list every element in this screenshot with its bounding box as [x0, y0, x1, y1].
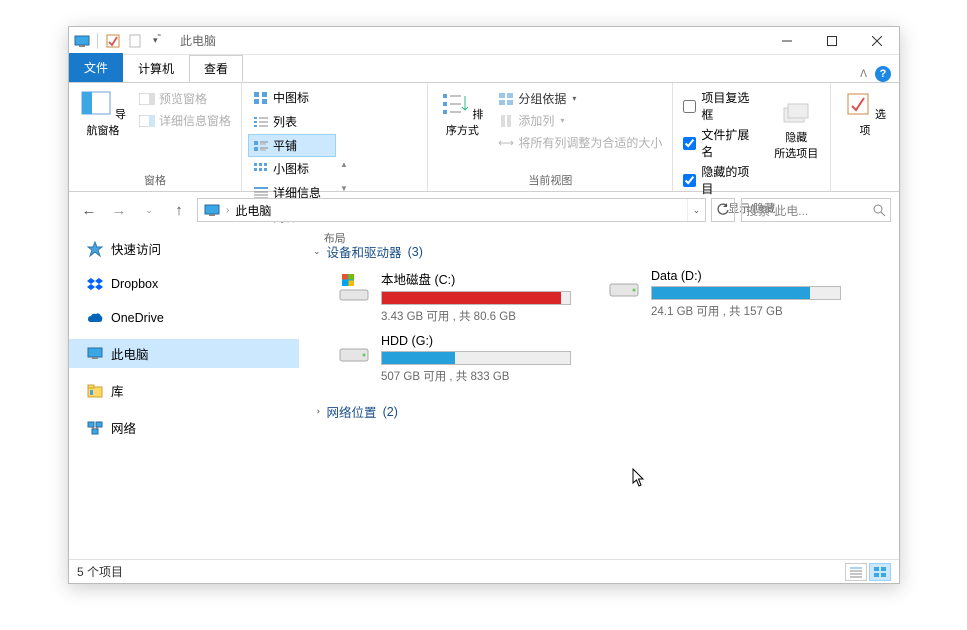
drive-space-text: 3.43 GB 可用 , 共 80.6 GB	[381, 305, 575, 324]
pc-icon	[73, 32, 91, 50]
ribbon-tabs: 文件 计算机 查看 ᐱ ?	[69, 55, 899, 82]
sidebar-item-label: Dropbox	[111, 277, 158, 291]
sidebar-item-onedrive[interactable]: OneDrive	[69, 305, 299, 331]
dropbox-icon	[87, 276, 103, 292]
details-pane-button[interactable]: 详细信息窗格	[135, 110, 235, 131]
tiles-view-button[interactable]	[869, 563, 891, 581]
address-dropdown-icon[interactable]: ⌄	[687, 199, 705, 221]
sidebar-item-pc[interactable]: 此电脑	[69, 339, 299, 368]
hide-selected-button[interactable]: 隐藏 所选项目	[769, 86, 824, 165]
address-pc-icon[interactable]	[198, 204, 226, 216]
navigation-tree: 快速访问 Dropbox OneDrive 此电脑库网络	[69, 228, 299, 559]
collapse-ribbon-icon[interactable]: ᐱ	[860, 69, 867, 80]
sidebar-item-label: 库	[111, 381, 124, 400]
sidebar-item-label: OneDrive	[111, 311, 164, 325]
up-button[interactable]: ↑	[167, 198, 191, 222]
sidebar-item-label: 快速访问	[111, 239, 161, 258]
sidebar-item-libraries[interactable]: 库	[69, 376, 299, 405]
pc-icon	[87, 346, 103, 362]
drive-icon	[605, 269, 643, 307]
drive-item[interactable]: Data (D:) 24.1 GB 可用 , 共 157 GB	[605, 269, 845, 324]
tab-computer[interactable]: 计算机	[123, 55, 189, 82]
size-columns-button[interactable]: 将所有列调整为合适的大小	[494, 132, 666, 153]
search-placeholder: 搜索"此电...	[746, 202, 869, 219]
network-icon	[87, 420, 103, 436]
content-area[interactable]: ⌄ 设备和驱动器 (3) 本地磁盘 (C:) 3.43 GB 可用 , 共 80…	[299, 228, 899, 559]
minimize-button[interactable]	[764, 27, 809, 54]
drive-usage-bar	[381, 291, 571, 305]
qat-dropdown-icon[interactable]: ▾=	[148, 32, 166, 50]
back-button[interactable]: ←	[77, 198, 101, 222]
group-label-current-view: 当前视图	[434, 170, 666, 191]
drive-name: HDD (G:)	[381, 334, 575, 351]
tab-file[interactable]: 文件	[69, 53, 123, 82]
drive-item[interactable]: HDD (G:) 507 GB 可用 , 共 833 GB	[335, 334, 575, 384]
properties-icon[interactable]	[104, 32, 122, 50]
layout-small-icons[interactable]: 小图标	[248, 157, 340, 180]
group-by-button[interactable]: 分组依据▾	[494, 88, 666, 109]
status-bar: 5 个项目	[69, 559, 899, 583]
status-item-count: 5 个项目	[77, 563, 123, 580]
close-button[interactable]	[854, 27, 899, 54]
drive-icon	[335, 269, 373, 307]
help-icon[interactable]: ?	[875, 66, 891, 82]
sort-by-button[interactable]: 排序方式	[434, 86, 490, 142]
explorer-window: ▾= 此电脑 文件 计算机 查看 ᐱ ? 导航窗格	[68, 26, 900, 584]
collapse-icon[interactable]: ⌄	[313, 246, 321, 257]
sidebar-item-dropbox[interactable]: Dropbox	[69, 271, 299, 297]
sidebar-item-star[interactable]: 快速访问	[69, 234, 299, 263]
tab-view[interactable]: 查看	[189, 55, 243, 82]
group-label-panes: 窗格	[75, 170, 235, 191]
blank-doc-icon[interactable]	[126, 32, 144, 50]
maximize-button[interactable]	[809, 27, 854, 54]
details-view-button[interactable]	[845, 563, 867, 581]
drive-item[interactable]: 本地磁盘 (C:) 3.43 GB 可用 , 共 80.6 GB	[335, 269, 575, 324]
search-box[interactable]: 搜索"此电...	[741, 198, 891, 222]
expand-icon[interactable]: ⌄	[311, 408, 322, 416]
layout-list[interactable]: 列表	[248, 110, 336, 133]
drive-usage-bar	[651, 286, 841, 300]
star-icon	[87, 241, 103, 257]
sidebar-item-label: 网络	[111, 418, 136, 437]
layout-tiles[interactable]: 平铺	[248, 134, 336, 157]
sidebar-item-label: 此电脑	[111, 344, 149, 363]
address-bar[interactable]: › 此电脑 ⌄	[197, 198, 706, 222]
ribbon: 导航窗格 预览窗格 详细信息窗格 窗格 中图标 列表 平铺 小图标	[69, 82, 899, 192]
section-network-locations[interactable]: ⌄ 网络位置 (2)	[313, 398, 885, 429]
layout-scroll-up-icon[interactable]: ▲	[340, 160, 354, 169]
preview-pane-button[interactable]: 预览窗格	[135, 88, 235, 109]
add-columns-button[interactable]: 添加列▾	[494, 110, 666, 131]
titlebar: ▾= 此电脑	[69, 27, 899, 55]
item-checkboxes-toggle[interactable]: 项目复选框	[679, 88, 764, 124]
navigation-pane-button[interactable]: 导航窗格	[75, 86, 131, 142]
drive-space-text: 507 GB 可用 , 共 833 GB	[381, 365, 575, 384]
section-devices[interactable]: ⌄ 设备和驱动器 (3)	[313, 238, 885, 269]
navigation-bar: ← → ⌄ ↑ › 此电脑 ⌄ 搜索"此电...	[69, 192, 899, 228]
history-dropdown[interactable]: ⌄	[137, 198, 161, 222]
breadcrumb-this-pc[interactable]: 此电脑	[229, 202, 277, 219]
window-title: 此电脑	[170, 32, 216, 49]
drive-icon	[335, 334, 373, 372]
drive-name: 本地磁盘 (C:)	[381, 269, 575, 291]
file-extensions-toggle[interactable]: 文件扩展名	[679, 125, 764, 161]
forward-button[interactable]: →	[107, 198, 131, 222]
onedrive-icon	[87, 310, 103, 326]
search-icon	[873, 204, 886, 217]
drive-name: Data (D:)	[651, 269, 845, 286]
drive-usage-bar	[381, 351, 571, 365]
options-button[interactable]: 选项	[837, 86, 893, 142]
libraries-icon	[87, 383, 103, 399]
refresh-button[interactable]	[711, 198, 735, 222]
sidebar-item-network[interactable]: 网络	[69, 413, 299, 442]
layout-medium-icons[interactable]: 中图标	[248, 86, 336, 109]
drive-space-text: 24.1 GB 可用 , 共 157 GB	[651, 300, 845, 319]
